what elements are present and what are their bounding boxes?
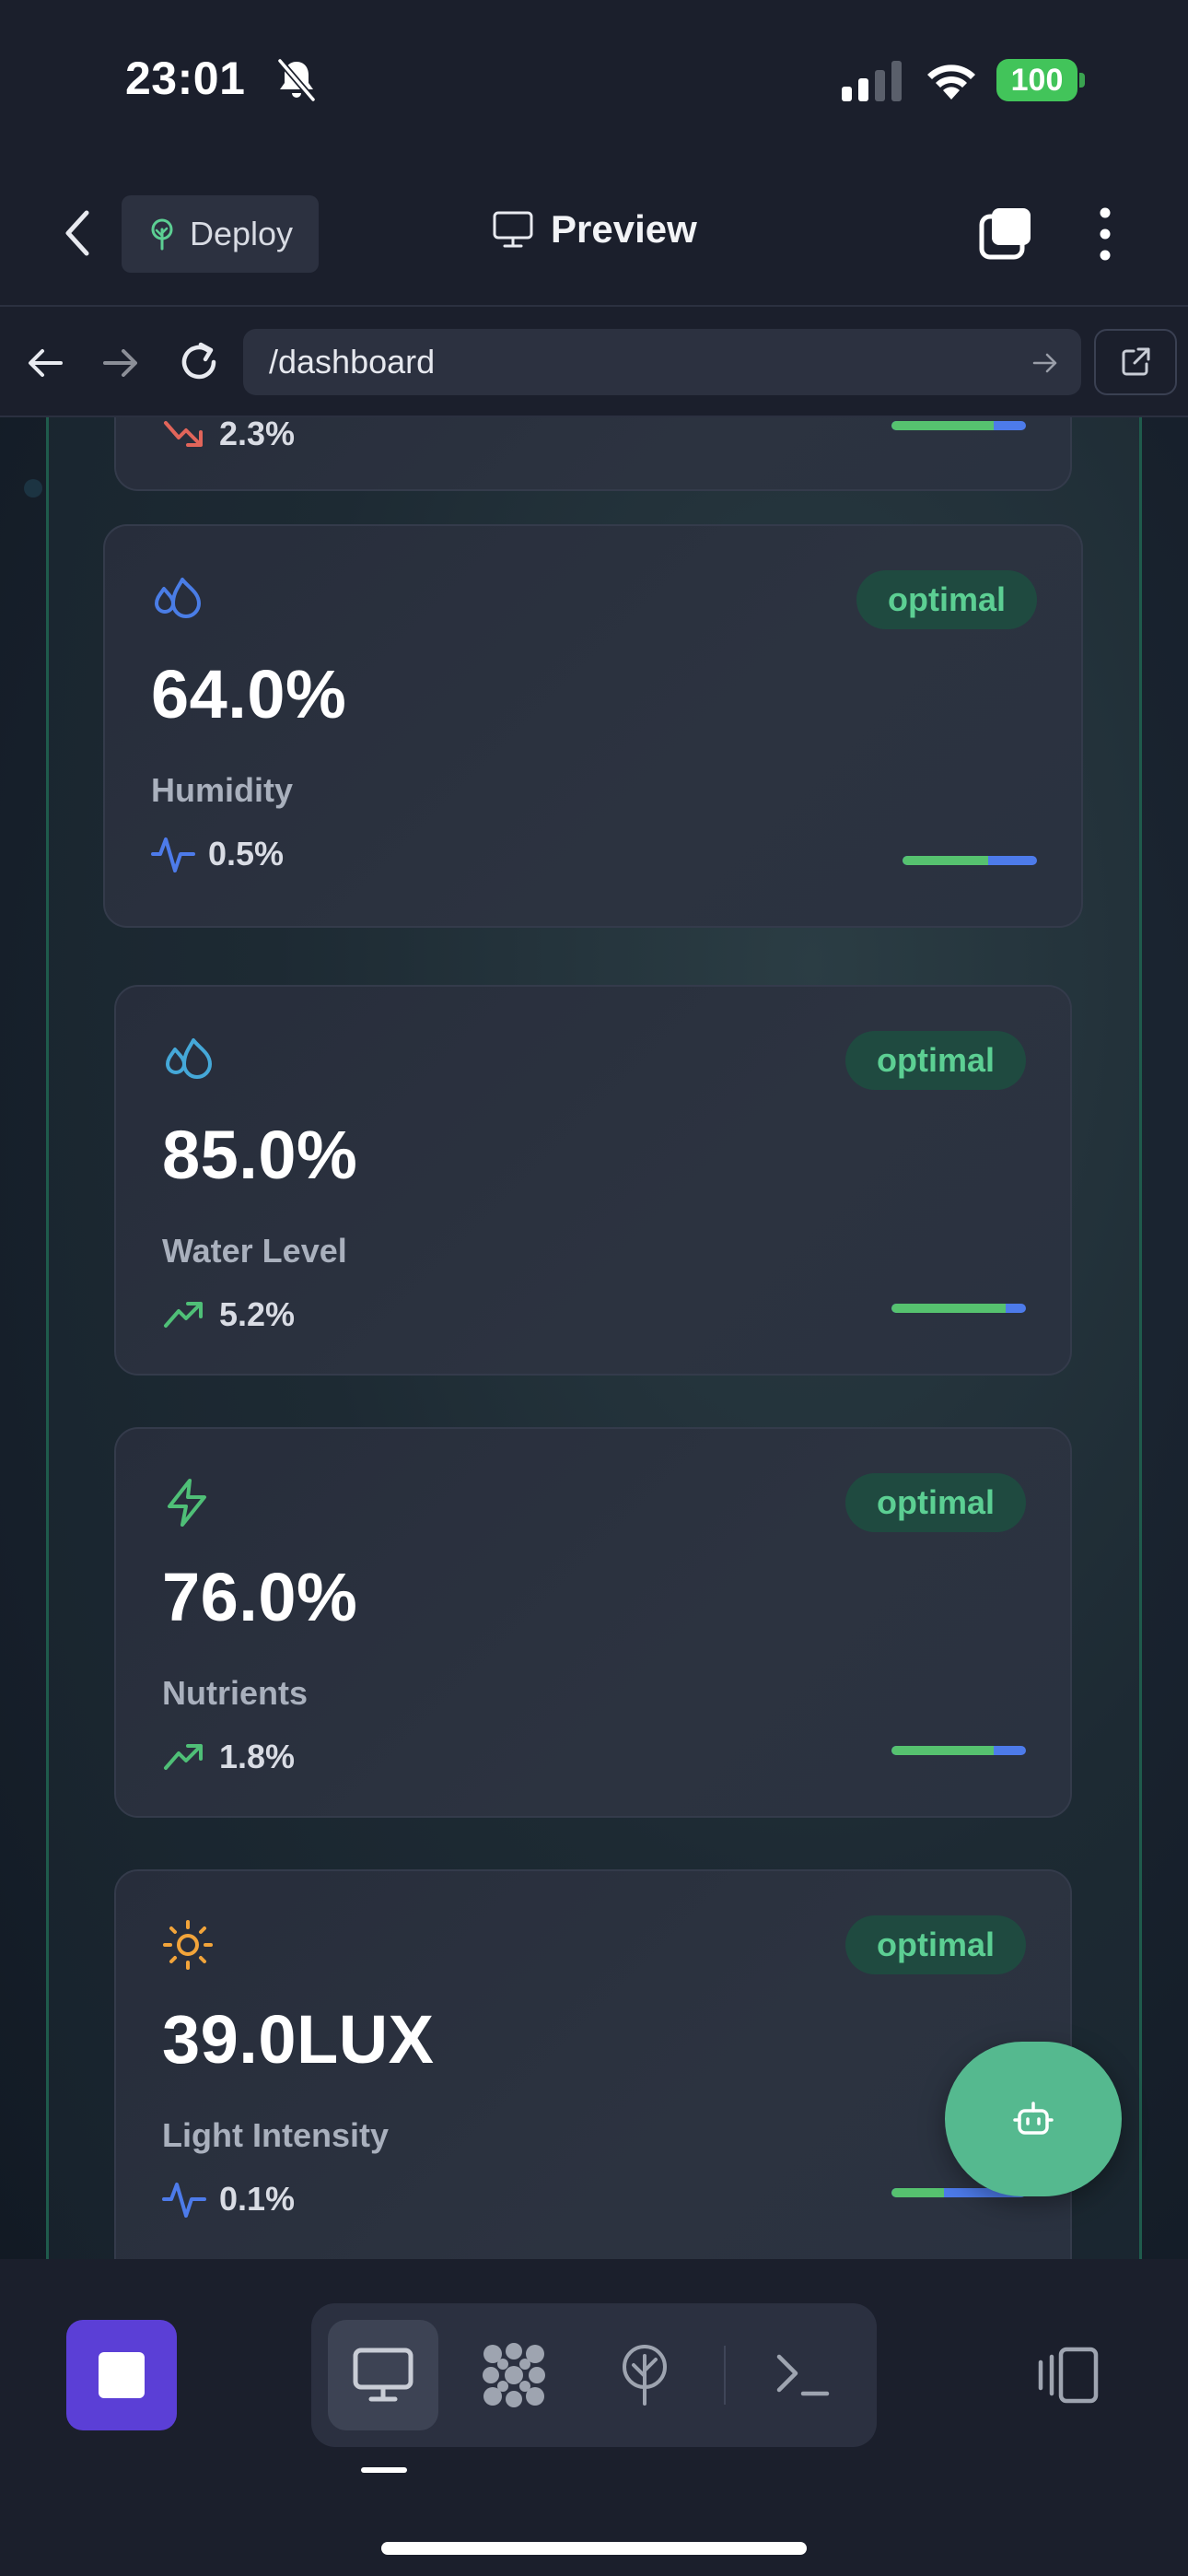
browser-bar: /dashboard	[0, 309, 1188, 417]
external-link-icon	[1122, 347, 1150, 376]
trend-value: 1.8%	[219, 1738, 296, 1775]
mode-data-button[interactable]	[459, 2320, 569, 2430]
metric-card-nutrients[interactable]: optimal 76.0% Nutrients 1.8%	[114, 1427, 1072, 1818]
status-badge: optimal	[844, 1915, 1026, 1974]
tree-icon	[151, 218, 173, 251]
tabs-icon[interactable]	[978, 205, 1035, 263]
status-badge: optimal	[844, 1031, 1026, 1090]
progress-bar	[891, 1304, 1026, 1313]
preview-viewport[interactable]: 2.3% optimal 64.0% Humidity 0.5% optimal…	[0, 417, 1188, 2259]
signal-icon	[842, 61, 902, 101]
progress-bar	[891, 1746, 1026, 1755]
mode-switcher	[311, 2303, 877, 2447]
status-bar: 23:01 100	[0, 0, 1188, 161]
reload-icon[interactable]	[177, 340, 221, 384]
metric-card-humidity[interactable]: optimal 64.0% Humidity 0.5%	[103, 524, 1083, 928]
mode-console-button[interactable]	[748, 2320, 858, 2430]
url-input[interactable]: /dashboard	[243, 329, 1081, 395]
trend-value: 0.5%	[208, 835, 285, 872]
droplets-icon	[166, 1038, 212, 1079]
metric-label: Water Level	[162, 1232, 347, 1270]
metric-value: 76.0%	[162, 1559, 358, 1635]
trend-value: 5.2%	[219, 1295, 296, 1333]
metric-label: Nutrients	[162, 1674, 309, 1712]
stop-button[interactable]	[66, 2320, 177, 2430]
metric-card-partial[interactable]: 2.3%	[114, 417, 1072, 491]
metric-trend: 5.2%	[162, 1294, 295, 1335]
activity-icon	[162, 2183, 206, 2218]
progress-bar	[891, 421, 1026, 430]
active-mode-indicator	[361, 2467, 407, 2473]
trend-value: 2.3%	[219, 417, 296, 452]
wifi-icon	[927, 64, 975, 100]
arrow-left-icon[interactable]	[26, 344, 64, 382]
bot-icon	[1013, 2102, 1054, 2135]
metric-trend: 1.8%	[162, 1737, 295, 1777]
page-title: Preview	[551, 207, 697, 251]
zap-icon	[168, 1479, 206, 1527]
metric-label: Light Intensity	[162, 2116, 389, 2154]
stop-icon	[99, 2352, 145, 2398]
metric-value: 39.0LUX	[162, 2001, 435, 2078]
trending-up-icon	[164, 1302, 203, 1328]
monitor-icon	[353, 2348, 413, 2402]
status-badge: optimal	[844, 1473, 1026, 1532]
mode-preview-button[interactable]	[328, 2320, 438, 2430]
assistant-fab[interactable]	[945, 2042, 1122, 2196]
trending-down-icon	[164, 421, 203, 447]
metric-card-water-level[interactable]: optimal 85.0% Water Level 5.2%	[114, 985, 1072, 1376]
bottom-toolbar	[0, 2259, 1188, 2576]
bell-muted-icon	[277, 58, 316, 102]
deploy-button[interactable]: Deploy	[122, 195, 319, 273]
battery-icon: 100	[996, 59, 1085, 101]
url-text: /dashboard	[269, 343, 436, 381]
metric-card-light-intensity[interactable]: optimal 39.0LUX Light Intensity 0.1%	[114, 1869, 1072, 2259]
monitor-icon	[493, 211, 533, 248]
status-time: 23:01	[125, 53, 246, 104]
mode-divider	[724, 2346, 726, 2405]
sun-icon	[163, 1920, 213, 1970]
terminal-icon	[776, 2354, 830, 2396]
status-badge: optimal	[856, 570, 1037, 629]
battery-level: 100	[996, 59, 1077, 101]
deploy-tree-icon	[623, 2345, 667, 2406]
device-layout-icon[interactable]	[1030, 2346, 1100, 2405]
activity-icon	[151, 837, 195, 872]
metric-trend: 0.1%	[162, 2179, 295, 2219]
metric-label: Humidity	[151, 771, 294, 809]
mode-deploy-button[interactable]	[589, 2320, 700, 2430]
more-vertical-icon[interactable]	[1087, 205, 1124, 263]
metric-trend: 2.3%	[162, 417, 295, 454]
metric-trend: 0.5%	[151, 834, 284, 874]
home-indicator	[381, 2542, 807, 2555]
open-external-button[interactable]	[1094, 329, 1177, 395]
metric-value: 85.0%	[162, 1117, 358, 1193]
metric-value: 64.0%	[151, 656, 347, 732]
preview-title: Preview	[492, 207, 697, 252]
back-chevron-icon[interactable]	[61, 207, 94, 259]
deploy-label: Deploy	[190, 215, 294, 252]
arrow-right-icon[interactable]	[101, 344, 140, 382]
droplets-icon	[155, 578, 201, 618]
app-header: Deploy Preview	[0, 161, 1188, 307]
arrow-right-small-icon[interactable]	[1031, 349, 1059, 377]
progress-bar	[903, 856, 1037, 865]
trend-value: 0.1%	[219, 2180, 296, 2218]
grid-dots-icon	[483, 2343, 545, 2407]
trending-up-icon	[164, 1744, 203, 1770]
